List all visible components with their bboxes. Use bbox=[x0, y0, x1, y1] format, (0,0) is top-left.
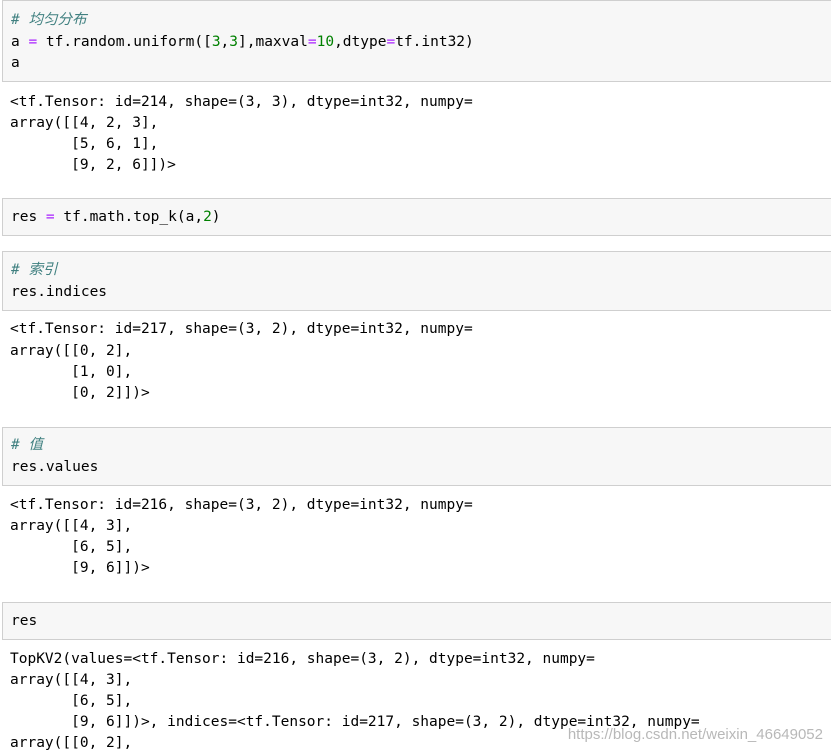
output-line: [0, 2]])> bbox=[10, 385, 150, 401]
output-line: <tf.Tensor: id=217, shape=(3, 2), dtype=… bbox=[10, 321, 473, 337]
output-line: array([[4, 2, 3], bbox=[10, 115, 159, 131]
output-line: [1, 0], bbox=[10, 364, 133, 380]
output-line: [6, 5], bbox=[10, 693, 133, 709]
output-line: array([[4, 3], bbox=[10, 518, 133, 534]
input-cell-topk[interactable]: res = tf.math.top_k(a,2) bbox=[2, 198, 831, 236]
input-cell-res[interactable]: res bbox=[2, 602, 831, 640]
output-line: [9, 2, 6]])> bbox=[10, 157, 176, 173]
code-comment: # 索引 bbox=[11, 262, 58, 278]
output-line: array([[0, 2], bbox=[10, 735, 133, 751]
output-line: array([[4, 3], bbox=[10, 672, 133, 688]
output-line: [6, 5], bbox=[10, 539, 133, 555]
watermark: https://blog.csdn.net/weixin_46649052 bbox=[567, 726, 823, 743]
output-line: array([[0, 2], bbox=[10, 343, 133, 359]
input-cell-uniform[interactable]: # 均匀分布 a = tf.random.uniform([3,3],maxva… bbox=[2, 0, 831, 82]
code-line: res.values bbox=[11, 459, 99, 475]
code-comment: # 均匀分布 bbox=[11, 12, 87, 28]
output-line: [5, 6, 1], bbox=[10, 136, 159, 152]
output-line: <tf.Tensor: id=214, shape=(3, 3), dtype=… bbox=[10, 94, 473, 110]
code-line: a = tf.random.uniform([3,3],maxval=10,dt… bbox=[11, 34, 474, 50]
code-line: res = tf.math.top_k(a,2) bbox=[11, 209, 221, 225]
code-comment: # 值 bbox=[11, 437, 43, 453]
output-line: TopKV2(values=<tf.Tensor: id=216, shape=… bbox=[10, 651, 595, 667]
input-cell-indices[interactable]: # 索引 res.indices bbox=[2, 251, 831, 311]
output-line: <tf.Tensor: id=216, shape=(3, 2), dtype=… bbox=[10, 497, 473, 513]
output-line: [9, 6]])> bbox=[10, 560, 150, 576]
code-line: res.indices bbox=[11, 284, 108, 300]
code-line: a bbox=[11, 55, 20, 71]
code-line: res bbox=[11, 613, 38, 629]
input-cell-values[interactable]: # 值 res.values bbox=[2, 427, 831, 486]
